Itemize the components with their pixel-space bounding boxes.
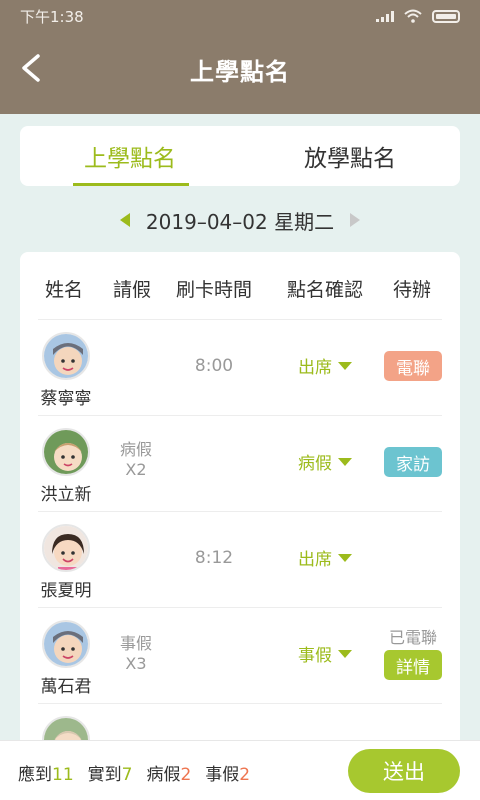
column-header-leave: 請假 bbox=[112, 279, 152, 301]
home-visit-button[interactable]: 家訪 bbox=[384, 447, 442, 477]
tab-afternoon-roll-call[interactable]: 放學點名 bbox=[240, 126, 460, 186]
leave-count: X2 bbox=[125, 460, 147, 479]
status-dropdown[interactable]: 出席 bbox=[298, 353, 352, 378]
card-time: 8:12 bbox=[194, 548, 234, 568]
summary-actual: 實到7 bbox=[88, 760, 133, 785]
submit-button[interactable]: 送出 bbox=[348, 749, 460, 793]
status-value: 出席 bbox=[298, 358, 332, 378]
column-header-card-time: 刷卡時間 bbox=[175, 279, 253, 301]
column-header-status: 點名確認 bbox=[286, 279, 364, 301]
summary-sick-label: 病假 bbox=[146, 765, 181, 785]
status-dropdown[interactable]: 事假 bbox=[298, 641, 352, 666]
phone-contact-button[interactable]: 電聯 bbox=[384, 351, 442, 381]
status-bar: 下午1:38 bbox=[0, 0, 480, 32]
summary-expected: 應到11 bbox=[18, 760, 74, 785]
summary-sick-count: 2 bbox=[180, 765, 192, 785]
column-header-todo: 待辦 bbox=[392, 279, 432, 301]
page-title: 上學點名 bbox=[190, 58, 290, 86]
contacted-label: 已電聯 bbox=[388, 628, 438, 647]
chevron-down-icon bbox=[338, 649, 352, 658]
table-row: 萬石君 事假 X3 事假 已電聯 詳情 bbox=[20, 608, 460, 704]
status-value: 病假 bbox=[298, 454, 332, 474]
chevron-down-icon bbox=[338, 361, 352, 370]
avatar bbox=[42, 524, 90, 572]
tab-morning-roll-call[interactable]: 上學點名 bbox=[20, 126, 240, 186]
chevron-down-icon bbox=[338, 457, 352, 466]
table-row: 蔡寧寧 8:00 出席 電聯 bbox=[20, 320, 460, 416]
wifi-icon bbox=[404, 9, 422, 23]
leave-type: 事假 bbox=[119, 634, 153, 653]
summary-sick: 病假2 bbox=[146, 760, 191, 785]
student-name: 洪立新 bbox=[40, 485, 92, 505]
avatar bbox=[42, 332, 90, 380]
chevron-down-icon bbox=[338, 553, 352, 562]
app-bar: 上學點名 bbox=[0, 32, 480, 114]
column-header-name: 姓名 bbox=[44, 279, 84, 301]
student-name: 萬石君 bbox=[40, 677, 92, 697]
table-row: 張夏明 8:12 出席 bbox=[20, 512, 460, 608]
leave-type: 病假 bbox=[119, 440, 153, 459]
summary-expected-count: 11 bbox=[52, 765, 74, 785]
avatar bbox=[42, 620, 90, 668]
signal-icon bbox=[376, 10, 394, 22]
table-row: 洪立新 病假 X2 病假 家訪 bbox=[20, 416, 460, 512]
details-button[interactable]: 詳情 bbox=[384, 650, 442, 680]
leave-count: X3 bbox=[125, 654, 147, 673]
summary-personal: 事假2 bbox=[205, 760, 250, 785]
summary-actual-count: 7 bbox=[121, 765, 133, 785]
triangle-left-icon[interactable] bbox=[119, 213, 130, 227]
status-value: 出席 bbox=[298, 550, 332, 570]
student-name: 張夏明 bbox=[40, 581, 92, 601]
summary-actual-label: 實到 bbox=[87, 765, 122, 785]
bottom-bar: 應到11 實到7 病假2 事假2 送出 bbox=[0, 740, 480, 800]
leave-info: 病假 X2 bbox=[120, 440, 152, 480]
battery-icon bbox=[432, 9, 460, 23]
date-selector: 2019–04–02 星期二 bbox=[0, 203, 480, 237]
status-dropdown[interactable]: 出席 bbox=[298, 545, 352, 570]
leave-info: 事假 X3 bbox=[120, 634, 152, 674]
attendance-summary: 應到11 實到7 病假2 事假2 bbox=[18, 760, 250, 785]
avatar bbox=[42, 428, 90, 476]
card-time: 8:00 bbox=[194, 356, 234, 376]
status-icons bbox=[376, 9, 460, 23]
tab-bar: 上學點名 放學點名 bbox=[20, 126, 460, 186]
status-time: 下午1:38 bbox=[20, 7, 84, 26]
status-dropdown[interactable]: 病假 bbox=[298, 449, 352, 474]
triangle-right-icon[interactable] bbox=[350, 213, 361, 227]
status-value: 事假 bbox=[298, 646, 332, 666]
summary-personal-count: 2 bbox=[239, 765, 251, 785]
student-name: 蔡寧寧 bbox=[40, 389, 92, 409]
table-header: 姓名 請假 刷卡時間 點名確認 待辦 bbox=[20, 252, 460, 318]
date-label: 2019–04–02 星期二 bbox=[145, 209, 335, 234]
attendance-list: 姓名 請假 刷卡時間 點名確認 待辦 蔡寧寧 8:00 出席 電聯 洪立新 病假… bbox=[20, 252, 460, 752]
summary-personal-label: 事假 bbox=[205, 765, 240, 785]
summary-expected-label: 應到 bbox=[18, 765, 52, 785]
